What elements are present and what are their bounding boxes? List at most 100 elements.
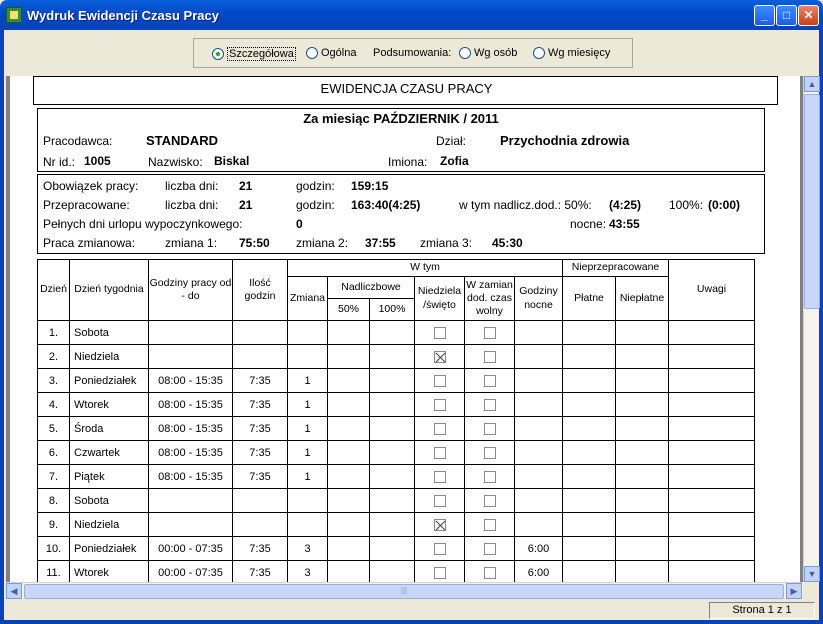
- day-cell: 5.: [37, 416, 70, 441]
- hours-count-cell: [232, 512, 288, 537]
- radio-by-persons[interactable]: [459, 47, 471, 59]
- hours-count-cell: 7:35: [232, 464, 288, 489]
- option-general[interactable]: Ogólna: [306, 47, 356, 59]
- radio-by-months[interactable]: [533, 47, 545, 59]
- shift3-label: zmiana 3:: [420, 236, 473, 250]
- unpaid-cell: [615, 392, 669, 417]
- paid-cell: [562, 536, 616, 561]
- instead-checkbox[interactable]: [483, 494, 496, 507]
- sunday-holiday-cell: [414, 320, 465, 345]
- notes-cell: [668, 464, 755, 489]
- vertical-scrollbar[interactable]: ▲ ▼: [803, 76, 820, 582]
- scroll-left-button[interactable]: ◀: [6, 583, 22, 599]
- vacation-days: 0: [296, 217, 303, 231]
- instead-checkbox[interactable]: [483, 398, 496, 411]
- notes-cell: [668, 512, 755, 537]
- maximize-button[interactable]: □: [776, 5, 797, 26]
- col-unworked: Nieprzepracowane: [562, 259, 669, 277]
- shift3-value: 45:30: [492, 236, 523, 250]
- scroll-right-button[interactable]: ▶: [786, 583, 802, 599]
- sunday-holiday-checkbox[interactable]: [433, 542, 446, 555]
- unpaid-cell: [615, 368, 669, 393]
- table-row: 10. Poniedziałek 00:00 - 07:35 7:35 3 6:00: [37, 536, 755, 561]
- instead-checkbox[interactable]: [483, 542, 496, 555]
- shift2-label: zmiana 2:: [296, 236, 349, 250]
- hours-count-cell: [232, 488, 288, 513]
- timesheet-table-wrap: Dzień Dzień tygodnia Godziny pracy od - …: [37, 259, 755, 582]
- col-unpaid: Niepłatne: [615, 276, 669, 321]
- sunday-holiday-checkbox[interactable]: [433, 422, 446, 435]
- table-row: 1. Sobota: [37, 320, 755, 345]
- col-paid: Płatne: [562, 276, 616, 321]
- weekday-cell: Poniedziałek: [69, 536, 149, 561]
- hours-count-cell: 7:35: [232, 560, 288, 582]
- ot100-cell: [369, 536, 415, 561]
- instead-checkbox[interactable]: [483, 518, 496, 531]
- hours-range-cell: 08:00 - 15:35: [148, 368, 233, 393]
- ot100-cell: [369, 320, 415, 345]
- instead-checkbox[interactable]: [483, 350, 496, 363]
- notes-cell: [668, 392, 755, 417]
- weekday-cell: Środa: [69, 416, 149, 441]
- paid-cell: [562, 320, 616, 345]
- sunday-holiday-checkbox[interactable]: [433, 494, 446, 507]
- instead-checkbox[interactable]: [483, 326, 496, 339]
- notes-cell: [668, 344, 755, 369]
- sunday-holiday-checkbox[interactable]: [433, 374, 446, 387]
- shift-cell: 1: [287, 368, 328, 393]
- ot100-cell: [369, 464, 415, 489]
- sunday-holiday-checkbox[interactable]: [433, 350, 446, 363]
- worked-days: 21: [239, 198, 253, 212]
- radio-general[interactable]: [306, 47, 318, 59]
- instead-checkbox[interactable]: [483, 470, 496, 483]
- horizontal-scroll-thumb[interactable]: |||: [24, 584, 784, 599]
- option-detailed[interactable]: Szczegółowa: [212, 47, 296, 61]
- print-preview-area[interactable]: EWIDENCJA CZASU PRACY Za miesiąc PAŹDZIE…: [6, 76, 803, 582]
- instead-cell: [464, 392, 515, 417]
- hours-count-cell: 7:35: [232, 392, 288, 417]
- sunday-holiday-checkbox[interactable]: [433, 446, 446, 459]
- instead-cell: [464, 512, 515, 537]
- instead-checkbox[interactable]: [483, 374, 496, 387]
- notes-cell: [668, 488, 755, 513]
- hours-range-cell: [148, 320, 233, 345]
- sunday-holiday-checkbox[interactable]: [433, 566, 446, 579]
- weekday-cell: Piątek: [69, 464, 149, 489]
- col-of-which: W tym: [287, 259, 563, 277]
- overtime100-value: (0:00): [708, 198, 741, 212]
- instead-checkbox[interactable]: [483, 422, 496, 435]
- sunday-holiday-checkbox[interactable]: [433, 326, 446, 339]
- vertical-scroll-thumb[interactable]: [804, 94, 820, 309]
- night-hours-cell: 6:00: [514, 560, 563, 582]
- scroll-down-button[interactable]: ▼: [804, 566, 820, 582]
- instead-cell: [464, 320, 515, 345]
- sunday-holiday-checkbox[interactable]: [433, 518, 446, 531]
- ot100-cell: [369, 392, 415, 417]
- col-night-hours: Godziny nocne: [514, 276, 563, 321]
- day-cell: 6.: [37, 440, 70, 465]
- horizontal-scrollbar[interactable]: ◀ ||| ▶: [6, 582, 803, 599]
- option-by-persons[interactable]: Wg osób: [459, 47, 517, 59]
- dept-label: Dział:: [436, 134, 467, 148]
- sunday-holiday-cell: [414, 488, 465, 513]
- unpaid-cell: [615, 488, 669, 513]
- status-bar: Strona 1 z 1: [4, 600, 819, 620]
- hours-range-cell: 08:00 - 15:35: [148, 416, 233, 441]
- night-hours-cell: [514, 464, 563, 489]
- day-cell: 10.: [37, 536, 70, 561]
- close-button[interactable]: ✕: [798, 5, 819, 26]
- option-by-months[interactable]: Wg miesięcy: [533, 47, 610, 59]
- sunday-holiday-checkbox[interactable]: [433, 398, 446, 411]
- instead-checkbox[interactable]: [483, 566, 496, 579]
- minimize-button[interactable]: _: [754, 5, 775, 26]
- sunday-holiday-checkbox[interactable]: [433, 470, 446, 483]
- ot50-cell: [327, 488, 370, 513]
- hours-range-cell: [148, 488, 233, 513]
- ot50-cell: [327, 560, 370, 582]
- radio-detailed[interactable]: [212, 48, 224, 60]
- shift-cell: 3: [287, 536, 328, 561]
- scroll-up-button[interactable]: ▲: [804, 76, 820, 92]
- vacation-label: Pełnych dni urlopu wypoczynkowego:: [43, 217, 243, 231]
- weekday-cell: Czwartek: [69, 440, 149, 465]
- instead-checkbox[interactable]: [483, 446, 496, 459]
